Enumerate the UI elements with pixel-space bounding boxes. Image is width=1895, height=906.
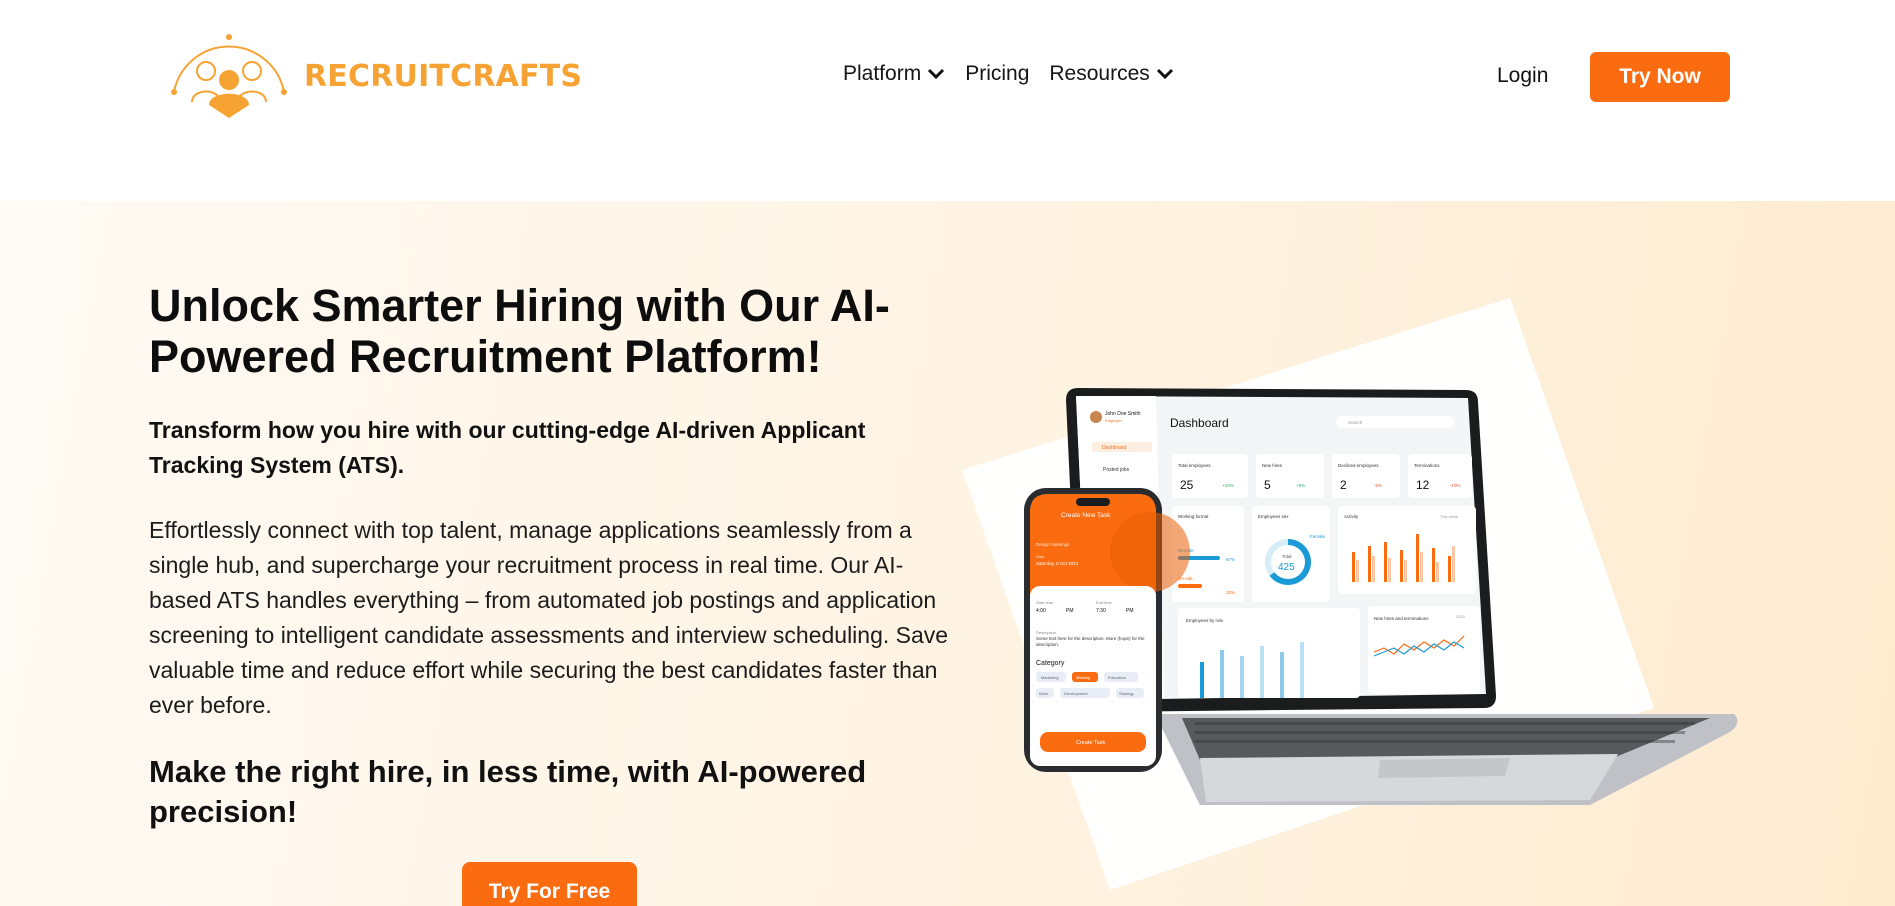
- phone-value: 7:30: [1096, 608, 1106, 614]
- logo[interactable]: RECRUITCRAFTS: [166, 30, 582, 122]
- hero-subtitle: Transform how you hire with our cutting-…: [149, 417, 866, 478]
- phone-value: 4:00: [1036, 608, 1046, 614]
- panel-title: Activity: [1344, 514, 1359, 519]
- avatar: [1090, 411, 1102, 423]
- nav-item-pricing[interactable]: Pricing: [965, 62, 1029, 86]
- stat-change: +5%: [1296, 483, 1305, 488]
- panel-title: New hires and terminations: [1374, 616, 1429, 621]
- category-chip: Strategy: [1119, 691, 1134, 696]
- phone-description: Some text here for the description. More…: [1036, 636, 1145, 647]
- nav-item-label: Platform: [843, 62, 922, 85]
- phone-create-task-button: Create Task: [1076, 740, 1105, 746]
- phone-field: Design Meetings: [1036, 542, 1070, 547]
- category-chip: Development: [1064, 691, 1088, 696]
- site-header: RECRUITCRAFTS Platform Pricing Resources…: [0, 0, 1895, 201]
- main-nav: Platform Pricing Resources: [843, 62, 1194, 86]
- nav-item-platform[interactable]: Platform: [843, 62, 945, 86]
- phone-value: PM: [1126, 608, 1134, 614]
- product-mockup-image: John Doe Smith Employer Dashboard Posted…: [962, 298, 1738, 890]
- stat-label: Terminations: [1414, 463, 1440, 468]
- chevron-down-icon: [1156, 68, 1173, 80]
- category-chip: Meeting: [1076, 675, 1090, 680]
- chevron-down-icon: [928, 68, 945, 80]
- nav-item-resources[interactable]: Resources: [1049, 62, 1173, 86]
- stat-change: +10%: [1222, 483, 1234, 488]
- panel-value: 67%: [1226, 557, 1235, 562]
- stat-label: New hires: [1262, 463, 1283, 468]
- category-chip: Education: [1108, 675, 1126, 680]
- stat-value: 2: [1340, 478, 1347, 492]
- panel-title: Employees sex: [1258, 514, 1289, 519]
- nav-item-label: Pricing: [965, 62, 1030, 85]
- phone-screen-title: Create New Task: [1061, 512, 1111, 519]
- category-chip: Work: [1039, 691, 1048, 696]
- panel-title: Employees by role: [1186, 618, 1224, 623]
- panel-value: 33%: [1226, 590, 1235, 595]
- login-link[interactable]: Login: [1497, 64, 1548, 88]
- panel-label: This week: [1440, 514, 1458, 519]
- dashboard-title: Dashboard: [1170, 416, 1229, 430]
- phone-date: Saturday, 8 Oct 2023: [1036, 561, 1079, 566]
- phone-category-label: Category: [1036, 660, 1065, 667]
- stat-value: 5: [1264, 478, 1271, 492]
- nav-item-label: Resources: [1049, 62, 1150, 85]
- dashboard-user-name: John Doe Smith: [1105, 411, 1141, 417]
- dashboard-sidebar-item: Posted jobs: [1103, 467, 1130, 473]
- hero-description: Effortlessly connect with top talent, ma…: [149, 517, 949, 718]
- phone-value: PM: [1066, 608, 1074, 614]
- logo-people-icon: [171, 34, 287, 118]
- phone-label: Description: [1036, 630, 1056, 635]
- dashboard-search: Search: [1348, 420, 1363, 425]
- stat-value: 12: [1416, 478, 1430, 492]
- try-now-button[interactable]: Try Now: [1590, 52, 1730, 102]
- hero-tagline: Make the right hire, in less time, with …: [149, 754, 867, 829]
- panel-label: Female: [1310, 534, 1326, 539]
- stat-value: 25: [1180, 478, 1194, 492]
- stat-cards: Total employees 25 +10% New hires 5 +5% …: [1172, 454, 1472, 498]
- hero-title: Unlock Smarter Hiring with Our AI-Powere…: [149, 280, 890, 382]
- category-chip: Marketing: [1041, 675, 1059, 680]
- stat-label: Total employees: [1178, 463, 1211, 468]
- brand-name: RECRUITCRAFTS: [304, 58, 583, 94]
- panel-value: 425: [1278, 562, 1295, 573]
- phone-label: End time: [1096, 600, 1113, 605]
- dashboard-user-role: Employer: [1105, 418, 1123, 423]
- dashboard-sidebar-item: Dashboard: [1102, 445, 1127, 451]
- stat-change: -10%: [1450, 483, 1461, 488]
- stat-label: Declined employees: [1338, 463, 1379, 468]
- panel-label: Total: [1282, 554, 1292, 559]
- panel-label: 2023: [1456, 614, 1466, 619]
- phone-label: Start time: [1036, 600, 1054, 605]
- panel-title: Working format: [1178, 514, 1209, 519]
- stat-change: -5%: [1374, 483, 1382, 488]
- try-for-free-button[interactable]: Try For Free: [462, 862, 637, 906]
- phone-label: Date: [1036, 554, 1045, 559]
